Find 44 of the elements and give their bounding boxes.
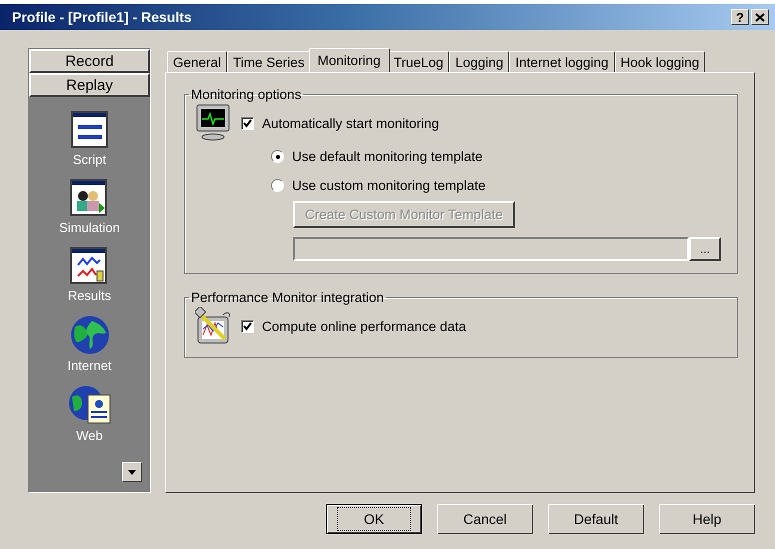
tab[interactable]: General [167,51,228,72]
dialog-button[interactable]: Help [659,504,755,534]
checkbox-label: Automatically start monitoring [262,116,440,130]
web-page-icon [68,385,112,425]
dialog-button[interactable]: Default [548,504,644,534]
close-icon [755,12,765,22]
tab[interactable]: Internet logging [509,51,614,72]
sidebar-group-button[interactable]: Replay [29,73,150,97]
radio-label: Use custom monitoring template [292,178,486,193]
radio-button[interactable] [271,179,284,192]
radio-button[interactable] [271,150,284,163]
dialog-button[interactable]: Cancel [437,504,533,534]
group-title: Performance Monitor integration [190,290,385,305]
tab[interactable]: Monitoring [308,48,390,72]
sidebar-item[interactable]: Simulation [59,179,120,235]
sidebar-item[interactable]: Web [68,385,112,443]
group-title: Monitoring options [190,87,302,102]
checkbox[interactable] [241,116,254,130]
tab[interactable]: Hook logging [614,51,706,72]
template-path-field[interactable] [293,237,689,261]
checkbox[interactable] [241,320,254,332]
checkbox-label: Compute online performance data [262,318,466,334]
tab[interactable]: Logging [449,51,510,72]
caret-down-icon [128,470,136,474]
tab[interactable]: Time Series [227,51,311,72]
check-mark-icon [243,118,252,128]
chart-icon [70,247,108,285]
scroll-down-button[interactable] [122,462,142,482]
check-mark-icon [243,322,252,330]
document-icon [70,111,108,149]
radio-label: Use default monitoring template [292,149,483,164]
window-title: Profile - [Profile1] - Results [12,9,193,25]
tab[interactable]: TrueLog [388,51,450,72]
close-button[interactable] [751,9,769,25]
help-button[interactable]: ? [731,9,749,25]
sidebar-item[interactable]: Results [68,247,112,303]
browse-button[interactable]: ... [689,237,721,261]
globe-icon [70,315,110,355]
dialog-button[interactable]: OK [326,504,422,534]
sidebar-item[interactable]: Script [70,111,108,167]
sidebar-item[interactable]: Internet [67,315,112,373]
people-icon [70,179,108,217]
sidebar-group-button[interactable]: Record [29,49,150,73]
chart-pencil-icon [195,307,233,345]
